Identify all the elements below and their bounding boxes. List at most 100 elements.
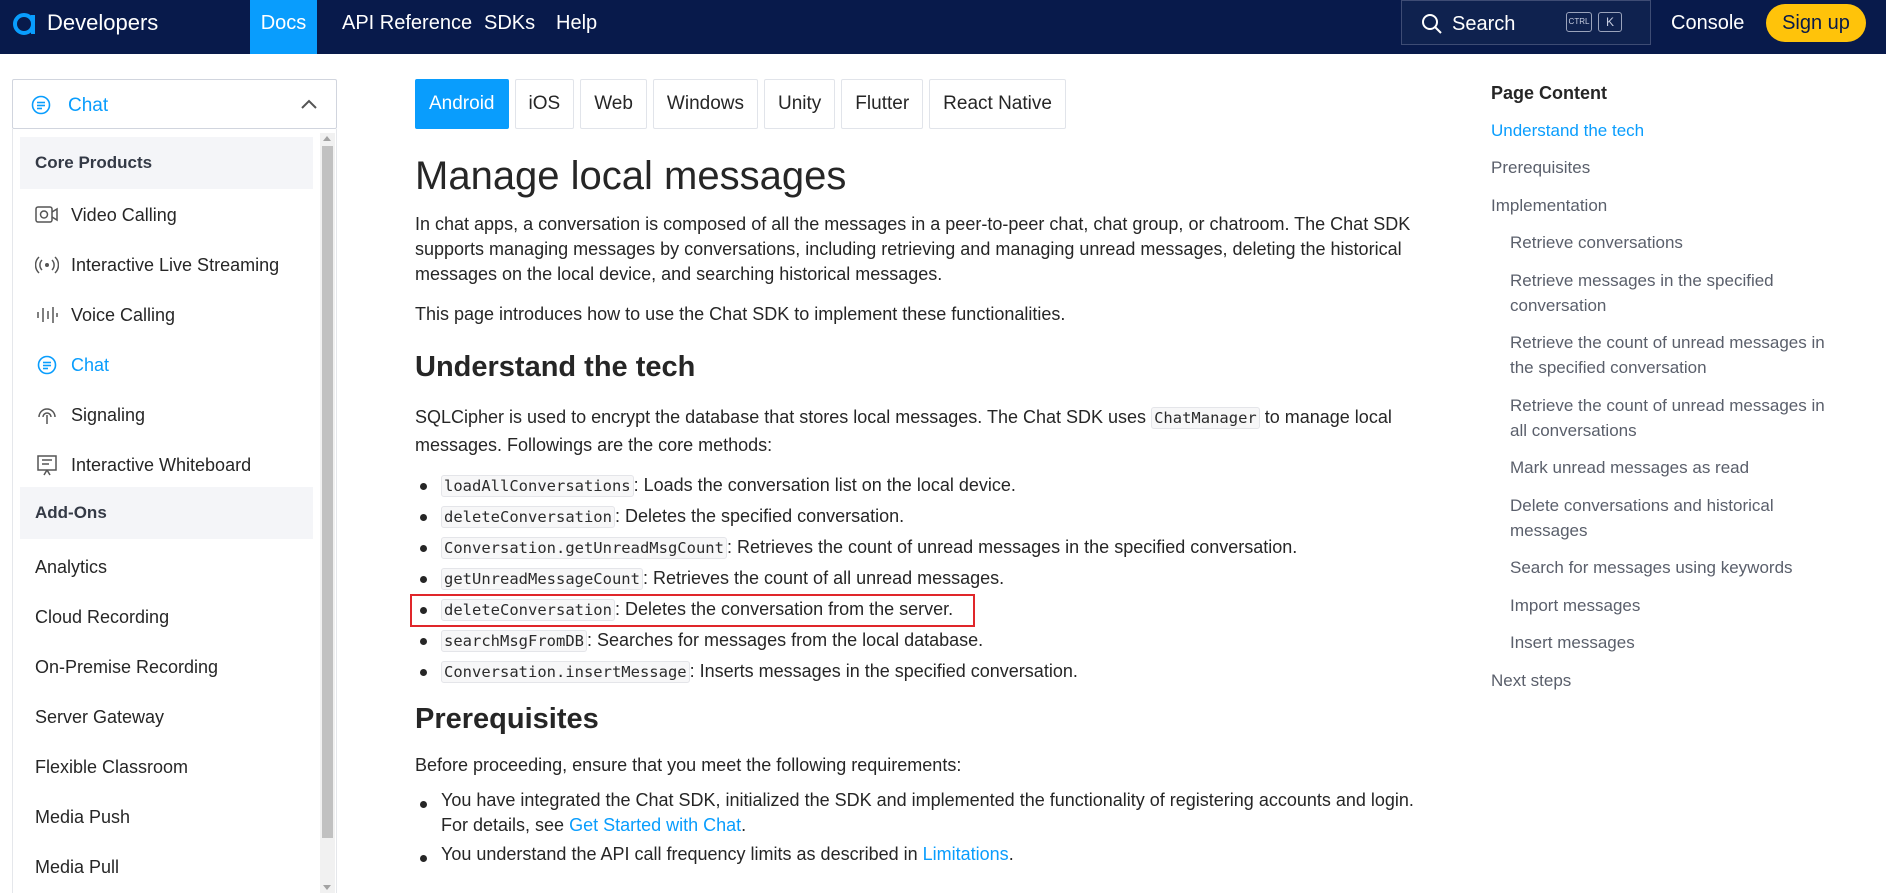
limitations-link[interactable]: Limitations — [923, 844, 1009, 864]
search-label: Search — [1452, 13, 1516, 35]
toc-item-prerequisites[interactable]: Prerequisites — [1491, 155, 1590, 180]
prereq-period: . — [741, 815, 747, 835]
toc-item-search-messages[interactable]: Search for messages using keywords — [1510, 555, 1830, 580]
nav-docs-link[interactable]: Docs — [250, 0, 317, 54]
method-desc: : Loads the conversation list on the loc… — [633, 475, 1016, 495]
page-content-toc: Page Content Understand the tech Prerequ… — [1491, 82, 1831, 690]
audio-wave-icon — [35, 304, 59, 326]
agora-logo-icon — [13, 13, 35, 35]
nav-sdks-link[interactable]: SDKs — [484, 0, 535, 54]
sidebar-item-label: Interactive Whiteboard — [71, 454, 252, 475]
sign-up-button[interactable]: Sign up — [1766, 4, 1866, 42]
brand-name: Developers — [47, 10, 159, 35]
intro-paragraph-2: This page introduces how to use the Chat… — [415, 304, 1066, 324]
product-selector-label: Chat — [68, 95, 109, 116]
tab-unity[interactable]: Unity — [764, 79, 836, 129]
toc-item-understand-the-tech[interactable]: Understand the tech — [1491, 118, 1644, 143]
sidebar-item-chat[interactable]: Chat — [35, 350, 109, 380]
toc-item-unread-count-all[interactable]: Retrieve the count of unread messages in… — [1510, 393, 1830, 443]
section-heading-prerequisites: Prerequisites — [415, 703, 599, 735]
sidebar-item-interactive-live-streaming[interactable]: Interactive Live Streaming — [35, 250, 279, 280]
whiteboard-icon — [35, 454, 59, 476]
understand-paragraph: SQLCipher is used to encrypt the databas… — [415, 404, 1445, 459]
inline-code: ChatManager — [1151, 407, 1260, 429]
toc-item-implementation[interactable]: Implementation — [1491, 193, 1607, 218]
core-methods-list: loadAllConversations: Loads the conversa… — [410, 470, 1445, 687]
toc-item-retrieve-conversations[interactable]: Retrieve conversations — [1510, 230, 1830, 255]
list-item: Conversation.insertMessage: Inserts mess… — [415, 656, 1445, 687]
sidebar-item-interactive-whiteboard[interactable]: Interactive Whiteboard — [35, 450, 251, 480]
scroll-up-arrow-icon[interactable] — [323, 136, 331, 141]
chat-icon — [35, 354, 59, 376]
highlight-annotation-box — [410, 594, 975, 627]
list-item: Conversation.getUnreadMsgCount: Retrieve… — [415, 532, 1445, 563]
nav-api-reference-link[interactable]: API Reference — [342, 0, 472, 54]
tab-ios[interactable]: iOS — [514, 79, 575, 129]
prereq-text: You have integrated the Chat SDK, initia… — [441, 790, 1414, 810]
toc-item-delete-conversations[interactable]: Delete conversations and historical mess… — [1510, 493, 1830, 543]
toc-item-retrieve-messages[interactable]: Retrieve messages in the specified conve… — [1510, 268, 1830, 318]
sidebar-item-cloud-recording[interactable]: Cloud Recording — [35, 607, 169, 628]
console-link[interactable]: Console — [1671, 0, 1744, 46]
method-code: loadAllConversations — [441, 475, 634, 497]
toc-item-next-steps[interactable]: Next steps — [1491, 668, 1571, 693]
tab-web[interactable]: Web — [580, 79, 647, 129]
sidebar-item-media-pull[interactable]: Media Pull — [35, 857, 119, 878]
sidebar-item-server-gateway[interactable]: Server Gateway — [35, 707, 164, 728]
broadcast-icon — [35, 254, 59, 276]
prereq-text: You understand the API call frequency li… — [441, 844, 918, 864]
video-icon — [35, 204, 59, 226]
shortcut-k-key: K — [1598, 12, 1622, 32]
shortcut-ctrl-key: CTRL — [1566, 12, 1592, 32]
sidebar-item-label: Signaling — [71, 404, 146, 425]
method-desc: : Inserts messages in the specified conv… — [689, 661, 1078, 681]
list-item: deleteConversation: Deletes the specifie… — [415, 501, 1445, 532]
sidebar-item-label: Interactive Live Streaming — [71, 254, 280, 275]
sidebar-item-video-calling[interactable]: Video Calling — [35, 200, 177, 230]
tab-android[interactable]: Android — [415, 79, 509, 129]
intro-paragraph: In chat apps, a conversation is composed… — [415, 214, 1411, 284]
sidebar-item-on-premise-recording[interactable]: On-Premise Recording — [35, 657, 218, 678]
section-heading-understand-the-tech: Understand the tech — [415, 351, 696, 383]
sidebar-item-label: Video Calling — [71, 204, 177, 225]
tab-flutter[interactable]: Flutter — [841, 79, 924, 129]
nav-help-link[interactable]: Help — [556, 0, 597, 54]
toc-item-unread-count-specified[interactable]: Retrieve the count of unread messages in… — [1510, 330, 1830, 380]
method-code: Conversation.insertMessage — [441, 661, 690, 683]
scroll-down-arrow-icon[interactable] — [323, 885, 331, 890]
tab-windows[interactable]: Windows — [652, 79, 758, 129]
prereq-text: For details, see — [441, 815, 565, 835]
platform-tabs: Android iOS Web Windows Unity Flutter Re… — [415, 79, 1072, 129]
sidebar-item-analytics[interactable]: Analytics — [35, 557, 107, 578]
sidebar-item-label: Chat — [71, 354, 110, 375]
signal-icon — [35, 404, 59, 426]
list-item: You have integrated the Chat SDK, initia… — [415, 788, 1445, 838]
toc-item-mark-unread-read[interactable]: Mark unread messages as read — [1510, 455, 1830, 480]
chevron-up-icon — [301, 99, 317, 109]
sidebar-section-label: Add-Ons — [35, 503, 107, 522]
brand-logo[interactable]: Developers — [12, 9, 158, 37]
get-started-with-chat-link[interactable]: Get Started with Chat — [569, 815, 741, 835]
list-item: getUnreadMessageCount: Retrieves the cou… — [415, 563, 1445, 594]
sidebar-item-media-push[interactable]: Media Push — [35, 807, 130, 828]
chat-icon — [31, 95, 51, 115]
search-button[interactable]: Search CTRL K — [1401, 0, 1651, 45]
toc-item-insert-messages[interactable]: Insert messages — [1510, 630, 1830, 655]
sidebar-item-flexible-classroom[interactable]: Flexible Classroom — [35, 757, 188, 778]
prereq-intro: Before proceeding, ensure that you meet … — [415, 755, 962, 775]
sidebar-item-signaling[interactable]: Signaling — [35, 400, 145, 430]
toc-title: Page Content — [1491, 83, 1608, 103]
method-code: searchMsgFromDB — [441, 630, 587, 652]
method-code: getUnreadMessageCount — [441, 568, 643, 590]
prerequisites-list: You have integrated the Chat SDK, initia… — [415, 788, 1445, 867]
list-item: loadAllConversations: Loads the conversa… — [415, 470, 1445, 501]
tab-react-native[interactable]: React Native — [929, 79, 1066, 129]
sidebar-item-voice-calling[interactable]: Voice Calling — [35, 300, 175, 330]
page-title: Manage local messages — [415, 154, 847, 198]
list-item: You understand the API call frequency li… — [415, 842, 1445, 867]
sidebar-scrollbar-thumb[interactable] — [322, 146, 333, 838]
product-selector[interactable]: Chat — [12, 79, 337, 129]
method-desc: : Deletes the specified conversation. — [614, 506, 905, 526]
method-desc: : Retrieves the count of unread messages… — [726, 537, 1298, 557]
toc-item-import-messages[interactable]: Import messages — [1510, 593, 1830, 618]
